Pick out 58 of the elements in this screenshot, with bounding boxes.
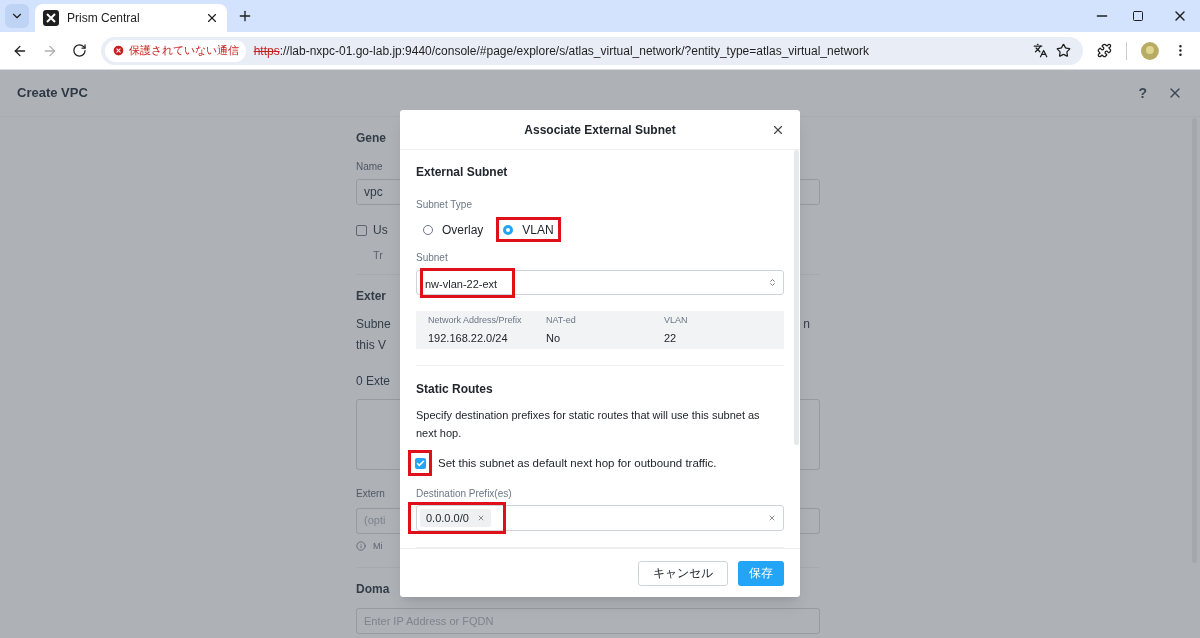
prefix-tag-field[interactable]: 0.0.0.0/0: [416, 505, 784, 532]
dialog-title: Associate External Subnet: [524, 121, 676, 139]
field-label: Subnet Type: [416, 198, 473, 212]
bookmark-icon[interactable]: [1056, 43, 1072, 58]
warning-icon: [111, 44, 125, 57]
field-label: Name: [356, 160, 383, 174]
favicon-icon: [43, 10, 59, 26]
section-heading: Static Routes: [416, 381, 494, 399]
detail-value: 192.168.22.0/24: [428, 331, 509, 347]
security-chip[interactable]: 保護されていない通信: [104, 39, 246, 62]
section-heading: Doma: [356, 581, 390, 598]
field-label: Destination Prefix(es): [416, 487, 513, 502]
subnet-value: nw-vlan-22-ext: [425, 277, 498, 290]
extensions-icon[interactable]: [1097, 43, 1113, 58]
description-text: Specify destination prefixes for static routes that will use this subnet as next hop.: [416, 408, 761, 442]
count-label: 0 Exte: [356, 372, 391, 390]
detail-label: NAT-ed: [546, 313, 577, 327]
field-label: Extern: [356, 486, 385, 501]
detail-value: No: [546, 331, 562, 347]
checkbox-label: Us: [373, 222, 388, 239]
new-tab-icon[interactable]: [237, 8, 253, 24]
info-note: Mi: [373, 539, 383, 553]
scrollbar-thumb[interactable]: [794, 150, 799, 445]
address-bar[interactable]: 保護されていない通信 https://lab-nxpc-01.go-lab.jp:9440/console/#page/explore/s/atlas_virtual_network/?entity_type=atlas_virtual_network: [100, 36, 1084, 65]
reload-icon[interactable]: [71, 43, 87, 58]
detail-label: Network Address/Prefix: [428, 313, 523, 327]
page-title: Create VPC: [17, 84, 89, 103]
info-icon: [356, 541, 366, 552]
security-chip-label: 保護されていない通信: [128, 43, 239, 59]
select-caret-icon: [768, 278, 777, 287]
maximize-icon[interactable]: [1132, 10, 1144, 22]
section-heading: Exter: [356, 287, 387, 305]
detail-value: 22: [664, 331, 678, 347]
detail-label: VLAN: [664, 313, 689, 327]
section-heading: External Subnet: [416, 164, 509, 181]
checkbox[interactable]: [356, 224, 367, 236]
description-text: n: [803, 315, 810, 333]
radio-option[interactable]: VLAN: [503, 220, 554, 239]
remove-icon[interactable]: [476, 514, 485, 523]
radio-option[interactable]: Overlay: [423, 220, 484, 239]
translate-icon[interactable]: [1033, 43, 1049, 58]
prefix-tag: 0.0.0.0/0: [420, 509, 491, 528]
url-text: https://lab-nxpc-01.go-lab.jp:9440/console/#page/explore/s/atlas_virtual_network/?entity_type=atlas_virtual_network: [253, 42, 870, 60]
tab-list-button[interactable]: [5, 4, 29, 28]
checkbox[interactable]: [414, 457, 426, 469]
field-label: Subnet: [416, 251, 449, 265]
description-text: this V: [356, 336, 386, 354]
hint-text: Tr: [373, 248, 383, 263]
cancel-button[interactable]: キャンセル: [638, 560, 728, 586]
close-icon[interactable]: [205, 11, 219, 25]
description-text: Subne: [356, 315, 391, 333]
subnet-select[interactable]: nw-vlan-22-ext: [416, 270, 784, 295]
browser-tab[interactable]: Prism Central: [35, 4, 227, 32]
help-button[interactable]: ?: [1138, 82, 1147, 104]
section-heading: Gene: [356, 130, 386, 147]
clear-icon[interactable]: [768, 514, 776, 523]
checkbox-label: Set this subnet as default next hop for outbound traffic.: [438, 455, 717, 471]
tab-title: Prism Central: [67, 10, 141, 27]
